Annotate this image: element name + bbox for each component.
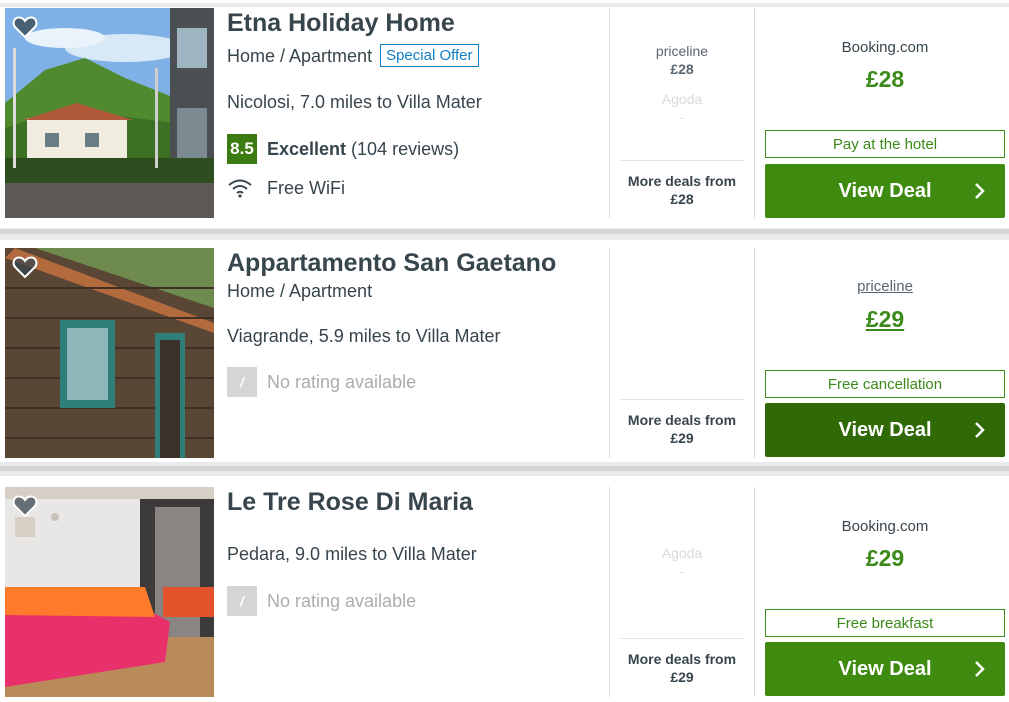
hotel-listing-appartamento-san-gaetano: Appartamento San Gaetano Home / Apartmen… xyxy=(0,240,1009,462)
column-divider xyxy=(609,248,610,458)
more-deals-label: More deals from xyxy=(627,412,737,428)
rating-score-badge: / xyxy=(227,367,257,397)
more-deals-link[interactable]: More deals from £28 xyxy=(620,172,744,208)
amenity-label: Free WiFi xyxy=(267,177,345,198)
deal-price[interactable]: £29 xyxy=(765,306,1005,333)
alt-deal-provider: priceline xyxy=(655,43,709,59)
more-deals-link[interactable]: More deals from £29 xyxy=(620,650,744,686)
hotel-photo[interactable] xyxy=(5,487,214,697)
chevron-right-icon xyxy=(975,422,985,438)
column-divider xyxy=(754,248,755,458)
column-divider xyxy=(754,8,755,218)
property-type: Home / Apartment xyxy=(227,46,373,66)
rating-score-badge: / xyxy=(227,586,257,616)
rating-score-badge: 8.5 xyxy=(227,134,257,164)
view-deal-label: View Deal xyxy=(838,657,932,680)
favorite-heart-icon[interactable] xyxy=(12,15,38,39)
hotel-listing-le-tre-rose-di-maria: Le Tre Rose Di Maria Pedara, 9.0 miles t… xyxy=(0,476,1009,702)
hotel-location[interactable]: Pedara, 9.0 miles to Villa Mater xyxy=(227,544,477,565)
deal-provider-link[interactable]: priceline xyxy=(765,278,1005,295)
no-rating-label: No rating available xyxy=(267,371,417,392)
chevron-right-icon xyxy=(975,183,985,199)
more-deals-label: More deals from xyxy=(627,651,737,667)
top-strip xyxy=(0,0,1009,3)
more-deals-price: £29 xyxy=(670,430,694,446)
alt-deal-priceline[interactable]: priceline £28 xyxy=(620,42,744,78)
deal-perk-badge: Pay at the hotel xyxy=(765,130,1005,158)
more-deals-label: More deals from xyxy=(627,173,737,189)
alt-deal-price: - xyxy=(679,109,685,125)
more-deals-price: £28 xyxy=(670,191,694,207)
property-type: Home / Apartment xyxy=(227,281,373,301)
more-deals-price: £29 xyxy=(670,669,694,685)
deal-perk-badge: Free cancellation xyxy=(765,370,1005,398)
deal-price[interactable]: £29 xyxy=(765,545,1005,572)
alt-deal-price: £28 xyxy=(670,61,694,77)
listing-divider xyxy=(0,466,1009,471)
wifi-icon xyxy=(228,179,252,198)
hotel-name[interactable]: Etna Holiday Home xyxy=(227,9,455,38)
column-divider xyxy=(609,8,610,218)
alt-deal-provider: Agoda xyxy=(661,545,703,561)
hotel-name[interactable]: Le Tre Rose Di Maria xyxy=(227,488,473,517)
special-offer-badge[interactable]: Special Offer xyxy=(380,44,479,67)
chevron-right-icon xyxy=(975,661,985,677)
more-deals-divider xyxy=(620,399,744,400)
hotel-name[interactable]: Appartamento San Gaetano xyxy=(227,249,556,278)
hotel-photo[interactable] xyxy=(5,8,214,218)
no-rating-label: No rating available xyxy=(267,590,417,611)
rating-row: / No rating available xyxy=(227,367,416,397)
more-deals-divider xyxy=(620,160,744,161)
view-deal-button[interactable]: View Deal xyxy=(765,164,1005,218)
property-type-row: Home / Apartment Special Offer xyxy=(227,44,479,67)
listing-divider xyxy=(0,229,1009,234)
deal-perk-badge: Free breakfast xyxy=(765,609,1005,637)
hotel-listing-etna-holiday-home: Etna Holiday Home Home / Apartment Specia… xyxy=(0,7,1009,228)
column-divider xyxy=(609,487,610,697)
rating-row: / No rating available xyxy=(227,586,416,616)
hotel-location[interactable]: Nicolosi, 7.0 miles to Villa Mater xyxy=(227,92,482,113)
alt-deal-agoda: Agoda - xyxy=(620,544,744,580)
amenity-row: Free WiFi xyxy=(227,176,345,200)
view-deal-label: View Deal xyxy=(838,418,932,441)
more-deals-divider xyxy=(620,638,744,639)
view-deal-label: View Deal xyxy=(838,179,932,202)
deal-price[interactable]: £28 xyxy=(765,66,1005,93)
hotel-photo[interactable] xyxy=(5,248,214,458)
review-count: (104 reviews) xyxy=(351,138,460,159)
more-deals-link[interactable]: More deals from £29 xyxy=(620,411,744,447)
rating-row[interactable]: 8.5 Excellent (104 reviews) xyxy=(227,134,459,164)
favorite-heart-icon[interactable] xyxy=(12,255,38,279)
view-deal-button[interactable]: View Deal xyxy=(765,642,1005,696)
column-divider xyxy=(754,487,755,697)
deal-provider: Booking.com xyxy=(841,518,929,535)
alt-deal-agoda: Agoda - xyxy=(620,90,744,126)
alt-deal-price: - xyxy=(679,563,685,579)
view-deal-button[interactable]: View Deal xyxy=(765,403,1005,457)
rating-label: Excellent xyxy=(267,138,347,159)
deal-provider: Booking.com xyxy=(841,39,929,56)
favorite-heart-icon[interactable] xyxy=(12,494,38,518)
alt-deal-provider: Agoda xyxy=(661,91,703,107)
hotel-location[interactable]: Viagrande, 5.9 miles to Villa Mater xyxy=(227,326,500,347)
